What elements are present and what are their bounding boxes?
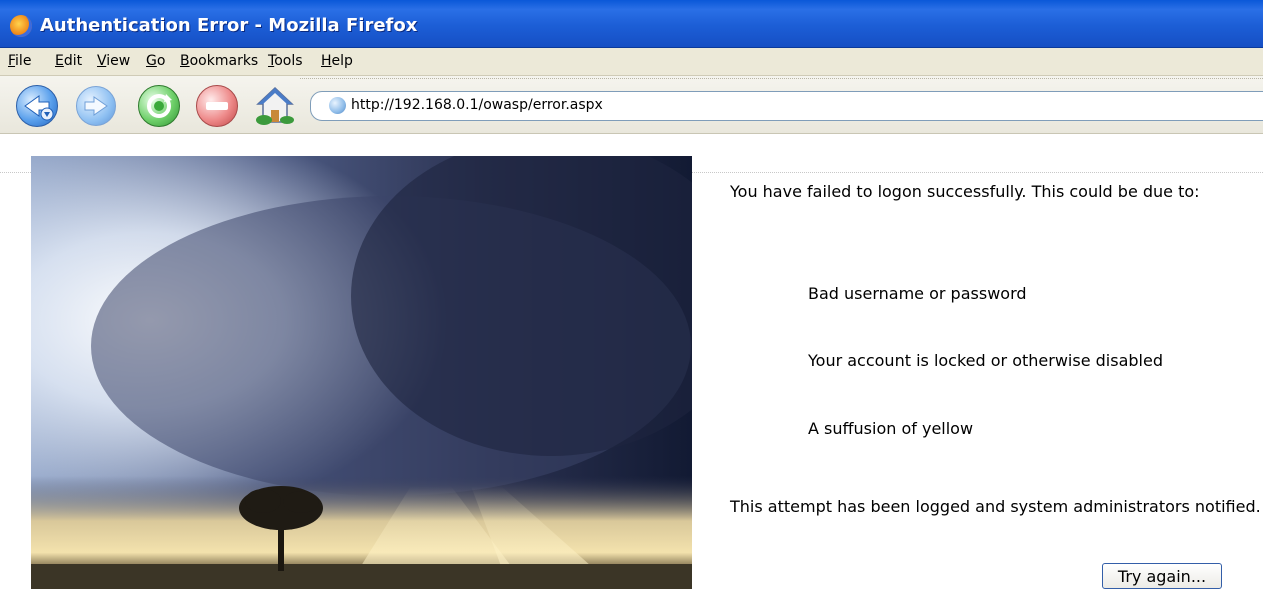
menu-go[interactable]: Go <box>146 53 165 69</box>
storm-cloud-tree-photo <box>31 156 692 589</box>
forward-button[interactable] <box>76 86 116 126</box>
reason-account-locked: Your account is locked or otherwise disa… <box>808 351 1163 370</box>
home-icon <box>256 86 294 125</box>
logged-notice: This attempt has been logged and system … <box>730 497 1261 516</box>
try-again-button[interactable]: Try again... <box>1102 563 1222 589</box>
forward-icon <box>84 96 108 116</box>
window-title: Authentication Error - Mozilla Firefox <box>40 15 418 36</box>
menu-edit[interactable]: Edit <box>55 53 82 69</box>
back-button[interactable] <box>16 85 58 127</box>
stop-button[interactable] <box>196 85 238 127</box>
intro-message: You have failed to logon successfully. T… <box>730 182 1200 201</box>
menu-bookmarks[interactable]: Bookmarks <box>180 53 258 69</box>
menu-help[interactable]: Help <box>321 53 353 69</box>
reason-bad-credentials: Bad username or password <box>808 284 1027 303</box>
title-bar: Authentication Error - Mozilla Firefox <box>0 0 1263 48</box>
address-bar[interactable]: http://192.168.0.1/owasp/error.aspx <box>310 91 1263 121</box>
page-globe-icon <box>329 97 346 114</box>
reason-suffusion-of-yellow: A suffusion of yellow <box>808 419 974 438</box>
home-button[interactable] <box>254 84 296 126</box>
reload-icon <box>147 94 172 118</box>
menu-bar: File Edit View Go Bookmarks Tools Help <box>0 48 1263 76</box>
menu-view[interactable]: View <box>97 53 130 69</box>
back-icon <box>24 95 54 121</box>
firefox-logo-icon <box>10 15 32 37</box>
menu-file[interactable]: File <box>8 53 31 69</box>
reload-button[interactable] <box>138 85 180 127</box>
stop-icon <box>206 102 228 110</box>
menu-tools[interactable]: Tools <box>268 53 303 69</box>
address-input[interactable]: http://192.168.0.1/owasp/error.aspx <box>351 97 603 113</box>
